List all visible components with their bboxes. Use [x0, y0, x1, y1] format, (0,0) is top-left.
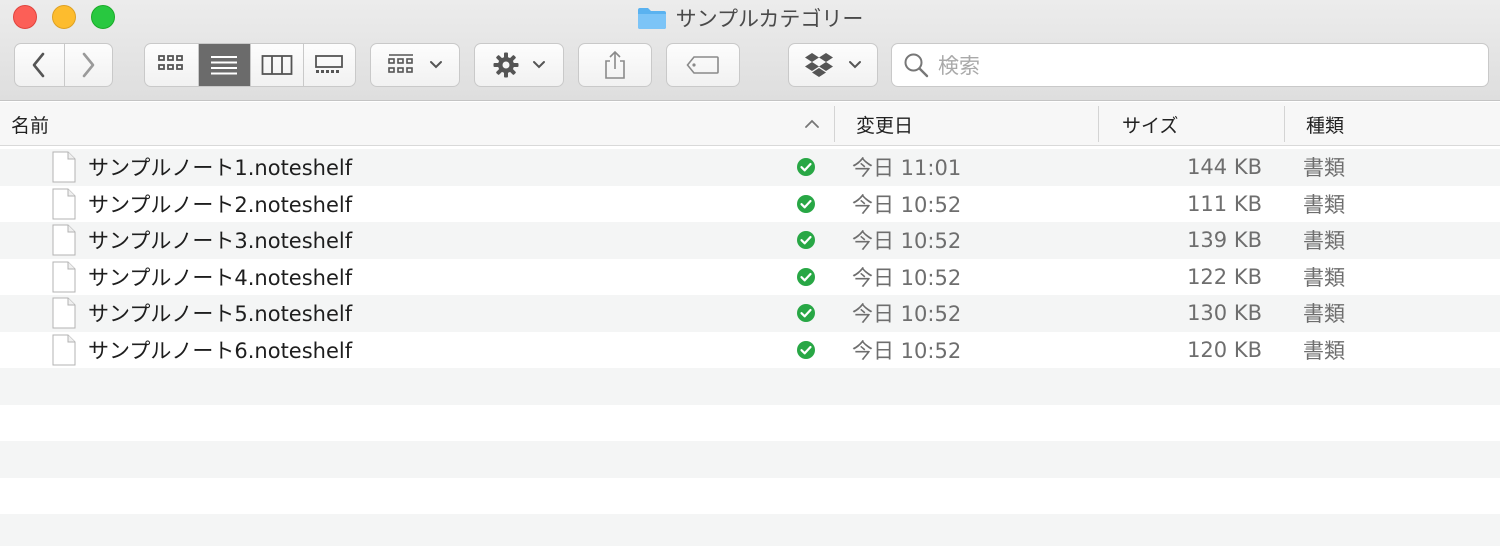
file-size: 130 KB [1187, 301, 1262, 326]
file-kind: 書類 [1303, 265, 1345, 290]
chevron-left-icon [32, 52, 45, 78]
icon-view-button[interactable] [145, 44, 198, 86]
column-view-button[interactable] [250, 44, 303, 86]
file-date: 今日 10:52 [852, 192, 962, 217]
search-placeholder: 検索 [938, 54, 980, 78]
empty-row [0, 514, 1500, 546]
document-icon [52, 186, 76, 223]
column-divider[interactable] [1284, 106, 1285, 142]
forward-button[interactable] [63, 44, 113, 86]
file-date: 今日 10:52 [852, 265, 962, 290]
share-button[interactable] [578, 43, 652, 87]
action-button[interactable] [474, 43, 564, 87]
file-size: 144 KB [1187, 155, 1262, 180]
file-date: 今日 10:52 [852, 302, 962, 327]
arrange-button[interactable] [370, 43, 460, 87]
file-date: 今日 10:52 [852, 338, 962, 363]
file-row[interactable]: サンプルノート5.noteshelf 今日 10:52 130 KB 書類 [0, 295, 1500, 332]
file-kind: 書類 [1303, 156, 1345, 181]
file-row[interactable]: サンプルノート6.noteshelf 今日 10:52 120 KB 書類 [0, 332, 1500, 369]
navigation-buttons [14, 43, 113, 87]
icon-view-icon [158, 55, 184, 70]
window-title-area: サンプルカテゴリー [0, 4, 1500, 32]
document-icon [52, 259, 76, 296]
file-kind: 書類 [1303, 192, 1345, 217]
file-name: サンプルノート4.noteshelf [88, 265, 353, 290]
gallery-view-icon [315, 55, 344, 73]
list-view-button[interactable] [197, 44, 250, 86]
file-kind: 書類 [1303, 302, 1345, 327]
file-date: 今日 10:52 [852, 229, 962, 254]
tag-icon [686, 56, 719, 74]
file-size: 111 KB [1187, 191, 1262, 216]
arrange-icon [388, 54, 413, 73]
window-title: サンプルカテゴリー [675, 7, 864, 31]
folder-icon [637, 6, 667, 30]
empty-row [0, 478, 1500, 515]
sort-ascending-icon[interactable] [802, 102, 822, 146]
sync-check-icon [796, 186, 816, 223]
sync-check-icon [796, 295, 816, 332]
document-icon [52, 295, 76, 332]
file-row[interactable]: サンプルノート2.noteshelf 今日 10:52 111 KB 書類 [0, 186, 1500, 223]
search-field[interactable]: 検索 [891, 43, 1489, 87]
tag-button[interactable] [666, 43, 740, 87]
sync-check-icon [796, 332, 816, 369]
file-row[interactable]: サンプルノート4.noteshelf 今日 10:52 122 KB 書類 [0, 259, 1500, 296]
document-icon [52, 332, 76, 369]
empty-row [0, 405, 1500, 442]
file-name: サンプルノート1.noteshelf [88, 156, 353, 181]
column-header-size[interactable]: サイズ [1122, 102, 1178, 146]
back-button[interactable] [15, 44, 64, 86]
chevron-down-icon [533, 61, 545, 69]
gallery-view-button[interactable] [302, 44, 356, 86]
column-divider[interactable] [1098, 106, 1099, 142]
file-size: 139 KB [1187, 228, 1262, 253]
toolbar: サンプルカテゴリー 検索 [0, 0, 1500, 101]
empty-row [0, 441, 1500, 478]
gear-icon [493, 52, 519, 78]
document-icon [52, 149, 76, 186]
file-kind: 書類 [1303, 338, 1345, 363]
file-name: サンプルノート3.noteshelf [88, 229, 353, 254]
chevron-down-icon [430, 61, 442, 69]
sync-check-icon [796, 259, 816, 296]
share-icon [605, 50, 625, 79]
file-name: サンプルノート2.noteshelf [88, 192, 353, 217]
column-divider[interactable] [834, 106, 835, 142]
column-header-bar: 名前 変更日 サイズ 種類 [0, 102, 1500, 146]
search-icon [904, 53, 929, 78]
column-header-name[interactable]: 名前 [11, 102, 49, 146]
empty-row [0, 368, 1500, 405]
dropbox-icon [805, 53, 833, 77]
sync-check-icon [796, 222, 816, 259]
list-view-icon [211, 56, 238, 75]
sync-check-icon [796, 149, 816, 186]
file-date: 今日 11:01 [852, 156, 962, 181]
file-name: サンプルノート6.noteshelf [88, 338, 353, 363]
column-header-date[interactable]: 変更日 [856, 102, 913, 146]
file-name: サンプルノート5.noteshelf [88, 302, 353, 327]
file-row[interactable]: サンプルノート1.noteshelf 今日 11:01 144 KB 書類 [0, 149, 1500, 186]
file-size: 122 KB [1187, 264, 1262, 289]
column-view-icon [261, 55, 293, 75]
chevron-right-icon [82, 52, 95, 78]
finder-window: サンプルカテゴリー 検索 名前 変更日 サイズ 種類 サンプルノート1.note… [0, 0, 1500, 546]
dropbox-button[interactable] [788, 43, 878, 87]
document-icon [52, 222, 76, 259]
chevron-down-icon [849, 61, 861, 69]
view-mode-control [144, 43, 356, 87]
file-row[interactable]: サンプルノート3.noteshelf 今日 10:52 139 KB 書類 [0, 222, 1500, 259]
file-list: サンプルノート1.noteshelf 今日 11:01 144 KB 書類 サン… [0, 149, 1500, 546]
column-header-kind[interactable]: 種類 [1306, 102, 1344, 146]
file-kind: 書類 [1303, 229, 1345, 254]
file-size: 120 KB [1187, 337, 1262, 362]
